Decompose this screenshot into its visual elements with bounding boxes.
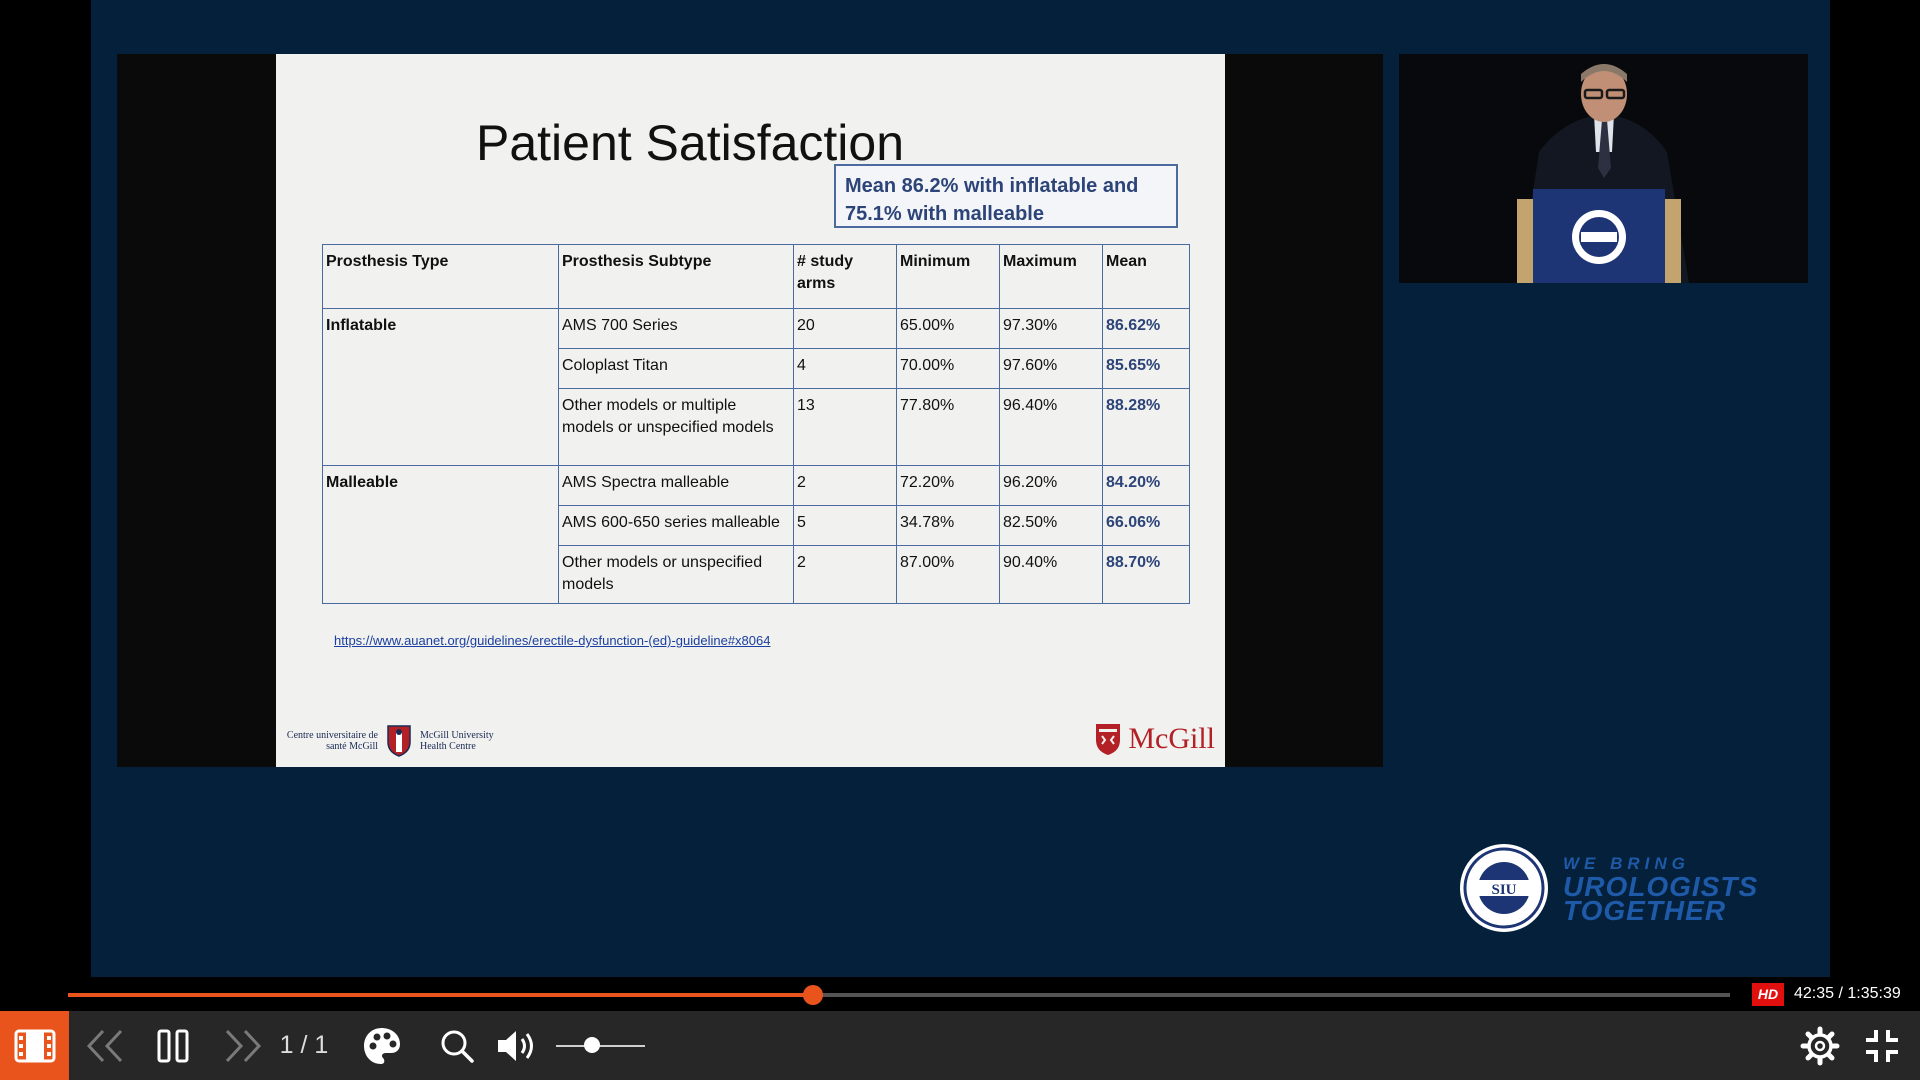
pause-icon xyxy=(157,1029,189,1062)
subtype-cell: AMS 600-650 series malleable xyxy=(558,505,794,546)
type-cell-malleable: Malleable xyxy=(322,465,559,604)
presentation-slide: Patient Satisfaction Mean 86.2% with inf… xyxy=(276,54,1225,767)
reference-link: https://www.auanet.org/guidelines/erecti… xyxy=(334,633,771,648)
max-cell: 97.30% xyxy=(999,308,1103,349)
siu-logo: SIU WE BRING UROLOGISTS TOGETHER xyxy=(1459,843,1758,933)
muhc-crest-icon xyxy=(387,725,411,757)
mcgill-wordmark: McGill xyxy=(1128,722,1215,755)
mean-cell: 85.65% xyxy=(1102,348,1190,389)
muhc-logo: Centre universitaire de santé McGill McG… xyxy=(286,724,510,758)
mcgill-logo: McGill xyxy=(1094,722,1215,756)
table-header-row: Prosthesis Type Prosthesis Subtype # stu… xyxy=(322,244,1190,309)
min-cell: 34.78% xyxy=(896,505,1000,546)
arms-cell: 5 xyxy=(793,505,897,546)
subtype-cell: Other models or unspecified models xyxy=(558,545,794,604)
summary-callout: Mean 86.2% with inflatable and 75.1% wit… xyxy=(834,164,1178,228)
mean-cell: 88.28% xyxy=(1102,388,1190,466)
table-row: Malleable AMS Spectra malleable 2 72.20%… xyxy=(322,465,1190,604)
seek-bar[interactable] xyxy=(68,985,1730,1005)
volume-button[interactable] xyxy=(493,1011,545,1080)
satisfaction-table: Prosthesis Type Prosthesis Subtype # stu… xyxy=(322,244,1190,604)
film-strip-icon xyxy=(14,1029,55,1062)
exit-fullscreen-icon xyxy=(1866,1029,1898,1062)
arms-cell: 4 xyxy=(793,348,897,389)
header-cell: Mean xyxy=(1102,244,1190,309)
arms-cell: 2 xyxy=(793,545,897,604)
min-cell: 87.00% xyxy=(896,545,1000,604)
arms-cell: 20 xyxy=(793,308,897,349)
muhc-french-name: Centre universitaire de santé McGill xyxy=(286,730,378,752)
settings-button[interactable] xyxy=(1795,1011,1845,1080)
seek-bar-fill xyxy=(68,993,813,997)
subtype-cell: Other models or multiple models or unspe… xyxy=(558,388,794,466)
page-counter: 1 / 1 xyxy=(279,1031,329,1059)
palette-icon xyxy=(364,1027,400,1064)
max-cell: 96.40% xyxy=(999,388,1103,466)
max-cell: 96.20% xyxy=(999,465,1103,506)
magnifier-icon xyxy=(441,1030,474,1063)
volume-slider[interactable] xyxy=(556,1045,645,1047)
mean-cell: 84.20% xyxy=(1102,465,1190,506)
mean-cell: 86.62% xyxy=(1102,308,1190,349)
arms-cell: 13 xyxy=(793,388,897,466)
muhc-english-name: McGill University Health Centre xyxy=(420,730,494,752)
type-cell-inflatable: Inflatable xyxy=(322,308,559,466)
mean-cell: 88.70% xyxy=(1102,545,1190,604)
siu-tagline: WE BRING UROLOGISTS TOGETHER xyxy=(1563,853,1758,926)
mcgill-crest-icon xyxy=(1096,724,1121,755)
speaker-icon xyxy=(498,1030,533,1061)
siu-seal-icon: SIU xyxy=(1460,844,1548,932)
subtype-cell: Coloplast Titan xyxy=(558,348,794,389)
zoom-button[interactable] xyxy=(432,1011,482,1080)
double-chevron-right-icon xyxy=(225,1029,262,1062)
hd-badge[interactable]: HD xyxy=(1752,983,1784,1006)
exit-fullscreen-button[interactable] xyxy=(1857,1011,1907,1080)
min-cell: 70.00% xyxy=(896,348,1000,389)
double-chevron-left-icon xyxy=(86,1029,123,1062)
min-cell: 72.20% xyxy=(896,465,1000,506)
subtype-cell: AMS Spectra malleable xyxy=(558,465,794,506)
seek-bar-handle[interactable] xyxy=(802,985,823,1005)
previous-slide-button[interactable] xyxy=(80,1011,130,1080)
tagline-line-3: TOGETHER xyxy=(1563,895,1727,926)
theme-button[interactable] xyxy=(357,1011,407,1080)
speaker-video-icon xyxy=(1399,54,1808,283)
arms-cell: 2 xyxy=(793,465,897,506)
header-cell: Maximum xyxy=(999,244,1103,309)
min-cell: 77.80% xyxy=(896,388,1000,466)
player-controls: 1 / 1 xyxy=(0,1011,1920,1080)
siu-seal-text: SIU xyxy=(1491,882,1516,898)
table-row: Inflatable AMS 700 Series 20 65.00% 97.3… xyxy=(322,308,1190,466)
max-cell: 82.50% xyxy=(999,505,1103,546)
header-cell: Prosthesis Subtype xyxy=(558,244,794,309)
max-cell: 90.40% xyxy=(999,545,1103,604)
header-cell: # study arms xyxy=(793,244,897,309)
mean-cell: 66.06% xyxy=(1102,505,1190,546)
subtype-cell: AMS 700 Series xyxy=(558,308,794,349)
speaker-camera-feed xyxy=(1399,54,1808,283)
header-cell: Prosthesis Type xyxy=(322,244,559,309)
time-display: 42:35 / 1:35:39 xyxy=(1794,985,1901,1002)
min-cell: 65.00% xyxy=(896,308,1000,349)
slides-button[interactable] xyxy=(0,1011,69,1080)
next-slide-button[interactable] xyxy=(218,1011,268,1080)
volume-slider-handle[interactable] xyxy=(583,1037,600,1053)
gear-icon xyxy=(1800,1026,1840,1065)
header-cell: Minimum xyxy=(896,244,1000,309)
max-cell: 97.60% xyxy=(999,348,1103,389)
pause-button[interactable] xyxy=(150,1011,196,1080)
